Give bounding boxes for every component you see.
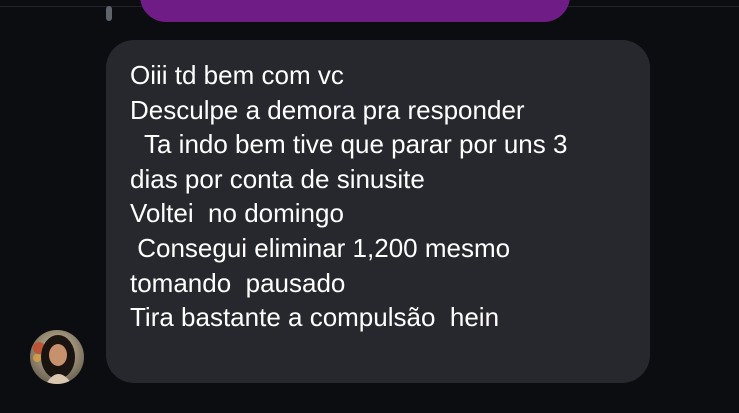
sent-message-bubble[interactable] (140, 0, 570, 22)
message-line: Consegui eliminar 1,200 mesmo (130, 232, 511, 263)
message-line: Ta indo bem tive que parar por uns 3 (130, 129, 568, 160)
message-line: Tira bastante a compulsão hein (130, 302, 500, 333)
avatar[interactable] (30, 330, 84, 384)
message-line: Oiii td bem com vc (130, 60, 344, 90)
message-line: Voltei no domingo (130, 198, 344, 229)
scroll-handle[interactable] (106, 6, 112, 21)
received-message-bubble[interactable]: Oiii td bem com vc Desculpe a demora pra… (106, 40, 650, 383)
message-line: dias por conta de sinusite (130, 163, 425, 194)
message-line: Desculpe a demora pra responder (130, 94, 525, 125)
profile-photo-icon (30, 330, 84, 384)
message-line: tomando pausado (130, 267, 346, 298)
